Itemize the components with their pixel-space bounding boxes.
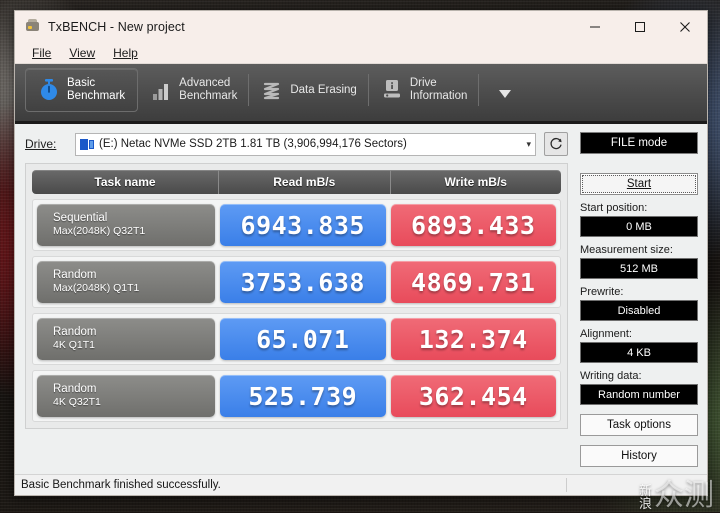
read-value-cell: 3753.638 (220, 261, 386, 303)
status-message: Basic Benchmark finished successfully. (21, 479, 221, 491)
task-options-button[interactable]: Task options (580, 414, 698, 436)
write-value-cell: 132.374 (390, 318, 556, 360)
menu-item-file[interactable]: File (23, 45, 60, 61)
drive-select-value: (E:) Netac NVMe SSD 2TB 1.81 TB (3,906,9… (99, 138, 407, 150)
eraser-wave-icon (261, 78, 283, 102)
read-value-cell: 65.071 (220, 318, 386, 360)
task-name-line1: Random (53, 383, 97, 395)
drive-row: Drive: (E:) Netac NVMe SSD 2TB 1.81 TB (… (25, 132, 568, 156)
settings-sidebar: FILE mode Start Start position: 0 MB Mea… (578, 124, 707, 474)
status-bar: Basic Benchmark finished successfully. (15, 474, 707, 495)
maximize-icon[interactable] (617, 11, 662, 42)
disk-drive-icon (80, 138, 94, 150)
tab-data-erasing[interactable]: Data Erasing (249, 68, 369, 112)
tab-data-erasing-label: Data Erasing (290, 83, 357, 96)
writing-data-label: Writing data: (580, 370, 642, 382)
menu-item-view[interactable]: View (60, 45, 104, 61)
task-name-line2: 4K Q32T1 (53, 396, 101, 408)
results-panel: Task name Read mB/s Write mB/s Sequentia… (25, 163, 568, 429)
tab-drive-information[interactable]: Drive Information (369, 68, 480, 112)
table-row: Random 4K Q32T1 525.739 362.454 (32, 370, 561, 422)
drive-info-icon (381, 78, 403, 102)
task-name-line1: Sequential (53, 212, 108, 224)
minimize-icon[interactable] (572, 11, 617, 42)
task-name-line2: Max(2048K) Q32T1 (53, 225, 146, 237)
task-name-cell[interactable]: Random 4K Q32T1 (37, 375, 215, 417)
tab-basic-benchmark[interactable]: Basic Benchmark (25, 68, 139, 112)
task-options-label: Task options (607, 419, 671, 431)
file-mode-button[interactable]: FILE mode (580, 132, 698, 154)
start-position-label: Start position: (580, 202, 648, 214)
measurement-size-value[interactable]: 512 MB (580, 258, 698, 279)
status-divider (566, 478, 567, 492)
menu-item-help[interactable]: Help (104, 45, 147, 61)
column-header-read: Read mB/s (218, 170, 390, 194)
writing-data-value[interactable]: Random number (580, 384, 698, 405)
measurement-size-label: Measurement size: (580, 244, 673, 256)
title-bar: TxBENCH - New project (15, 11, 707, 42)
alignment-value[interactable]: 4 KB (580, 342, 698, 363)
start-button-label: Start (626, 178, 652, 190)
table-row: Random Max(2048K) Q1T1 3753.638 4869.731 (32, 256, 561, 308)
task-name-cell[interactable]: Random 4K Q1T1 (37, 318, 215, 360)
table-row: Random 4K Q1T1 65.071 132.374 (32, 313, 561, 365)
prewrite-label: Prewrite: (580, 286, 624, 298)
menu-bar: File View Help (15, 42, 707, 64)
write-value-cell: 6893.433 (390, 204, 556, 246)
stopwatch-icon (38, 78, 60, 102)
window-controls (572, 11, 707, 42)
write-value-cell: 4869.731 (390, 261, 556, 303)
tab-basic-benchmark-label: Basic Benchmark (67, 77, 126, 102)
refresh-button[interactable] (544, 132, 568, 156)
task-name-line1: Random (53, 269, 97, 281)
main-content: Drive: (E:) Netac NVMe SSD 2TB 1.81 TB (… (15, 124, 707, 474)
history-label: History (621, 450, 657, 462)
bar-chart-icon (150, 78, 172, 102)
table-row: Sequential Max(2048K) Q32T1 6943.835 689… (32, 199, 561, 251)
menu-file-label: File (32, 45, 52, 60)
txbench-window: TxBENCH - New project File View Help Bas… (14, 10, 708, 496)
start-button[interactable]: Start (580, 173, 698, 195)
drive-label-text: Drive: (25, 137, 57, 151)
benchmark-panel: Drive: (E:) Netac NVMe SSD 2TB 1.81 TB (… (15, 124, 578, 474)
printer-icon (24, 19, 41, 34)
tab-drive-information-label: Drive Information (409, 77, 468, 102)
write-value-cell: 362.454 (390, 375, 556, 417)
window-title: TxBENCH - New project (48, 19, 185, 34)
read-value-cell: 6943.835 (220, 204, 386, 246)
tab-advanced-benchmark-label: Advanced Benchmark (179, 77, 238, 102)
close-icon[interactable] (662, 11, 707, 42)
history-button[interactable]: History (580, 445, 698, 467)
results-header: Task name Read mB/s Write mB/s (32, 170, 561, 194)
alignment-label: Alignment: (580, 328, 632, 340)
chevron-down-icon[interactable] (497, 86, 513, 104)
column-header-task-name: Task name (94, 175, 156, 189)
tab-strip: Basic Benchmark Advanced Benchmark Data … (15, 64, 707, 124)
task-name-cell[interactable]: Sequential Max(2048K) Q32T1 (37, 204, 215, 246)
task-name-line1: Random (53, 326, 97, 338)
read-value-cell: 525.739 (220, 375, 386, 417)
start-position-value[interactable]: 0 MB (580, 216, 698, 237)
task-name-cell[interactable]: Random Max(2048K) Q1T1 (37, 261, 215, 303)
task-name-line2: Max(2048K) Q1T1 (53, 282, 140, 294)
column-header-write: Write mB/s (389, 170, 562, 194)
menu-view-label: View (69, 45, 96, 60)
tab-advanced-benchmark[interactable]: Advanced Benchmark (138, 68, 250, 112)
menu-help-label: Help (113, 45, 138, 60)
drive-label: Drive: (25, 137, 67, 151)
prewrite-value[interactable]: Disabled (580, 300, 698, 321)
refresh-icon (550, 137, 562, 150)
drive-select[interactable]: (E:) Netac NVMe SSD 2TB 1.81 TB (3,906,9… (75, 132, 536, 156)
task-name-line2: 4K Q1T1 (53, 339, 96, 351)
chevron-down-icon: ▾ (526, 138, 531, 149)
